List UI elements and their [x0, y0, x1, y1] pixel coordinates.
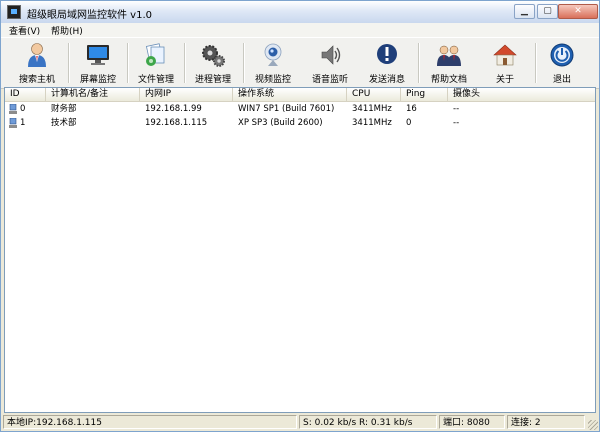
about-button[interactable]: 关于 [477, 40, 533, 86]
help-docs-button[interactable]: 帮助文档 [421, 40, 477, 86]
cell-computer-name: 财务部 [51, 104, 77, 114]
speaker-icon [321, 45, 341, 65]
cell-cpu: 3411MHz [352, 118, 392, 128]
column-header-lan-ip[interactable]: 内网IP [140, 88, 233, 101]
list-header: ID 计算机名/备注 内网IP 操作系统 CPU Ping 摄像头 [5, 88, 595, 102]
menu-help[interactable]: 帮助(H) [51, 24, 83, 37]
cell-os: WIN7 SP1 (Build 7601) [238, 104, 335, 114]
message-icon [377, 44, 397, 64]
app-window: 超级眼局域网监控软件 v1.0 ▁ ▢ ✕ 查看(V) 帮助(H) 搜索主机 屏… [0, 0, 600, 432]
house-icon [493, 44, 517, 66]
webcam-icon [264, 43, 282, 66]
column-header-camera[interactable]: 摄像头 [448, 88, 595, 101]
user-search-icon [28, 43, 46, 67]
voice-listen-button[interactable]: 语音监听 [302, 40, 358, 86]
column-header-computer-name[interactable]: 计算机名/备注 [46, 88, 140, 101]
window-title: 超级眼局域网监控软件 v1.0 [27, 10, 152, 21]
screen-monitor-button[interactable]: 屏幕监控 [70, 40, 126, 86]
video-monitor-button[interactable]: 视频监控 [245, 40, 301, 86]
cell-ping: 16 [406, 104, 417, 114]
power-icon [550, 43, 574, 67]
cell-camera: -- [453, 118, 460, 128]
menu-bar: 查看(V) 帮助(H) [1, 23, 599, 37]
cell-lan-ip: 192.168.1.99 [145, 104, 202, 114]
table-row[interactable]: 0 财务部 192.168.1.99 WIN7 SP1 (Build 7601)… [5, 102, 595, 116]
resize-grip[interactable] [588, 420, 598, 430]
send-message-button[interactable]: 发送消息 [359, 40, 415, 86]
app-icon [7, 5, 21, 19]
column-header-os[interactable]: 操作系统 [233, 88, 347, 101]
status-local-ip: 本地IP:192.168.1.115 [3, 415, 297, 429]
column-header-ping[interactable]: Ping [401, 88, 448, 101]
title-bar[interactable]: 超级眼局域网监控软件 v1.0 ▁ ▢ ✕ [1, 1, 599, 24]
cell-lan-ip: 192.168.1.115 [145, 118, 208, 128]
cell-cpu: 3411MHz [352, 104, 392, 114]
status-bar: 本地IP:192.168.1.115 S: 0.02 kb/s R: 0.31 … [1, 413, 599, 431]
file-manager-button[interactable]: 文件管理 [128, 40, 184, 86]
help-people-icon [437, 45, 461, 66]
cell-id: 0 [20, 104, 26, 114]
status-connections: 连接: 2 [507, 415, 585, 429]
cell-ping: 0 [406, 118, 412, 128]
cell-computer-name: 技术部 [51, 118, 77, 128]
monitor-icon [87, 45, 109, 65]
toolbar: 搜索主机 屏幕监控 文件管理 进程管理 视频监控 语音监听 发送消息 帮助文档 … [1, 37, 599, 89]
process-manager-button[interactable]: 进程管理 [185, 40, 241, 86]
gears-icon [202, 45, 225, 67]
column-header-cpu[interactable]: CPU [347, 88, 401, 101]
file-manager-icon [145, 43, 165, 66]
status-port: 端口: 8080 [439, 415, 505, 429]
minimize-button[interactable]: ▁ [514, 4, 535, 19]
maximize-button[interactable]: ▢ [537, 4, 558, 19]
host-list[interactable]: ID 计算机名/备注 内网IP 操作系统 CPU Ping 摄像头 0 财务部 … [4, 87, 596, 413]
status-traffic: S: 0.02 kb/s R: 0.31 kb/s [299, 415, 437, 429]
close-button[interactable]: ✕ [558, 4, 598, 19]
menu-view[interactable]: 查看(V) [9, 24, 40, 37]
table-row[interactable]: 1 技术部 192.168.1.115 XP SP3 (Build 2600) … [5, 116, 595, 130]
cell-os: XP SP3 (Build 2600) [238, 118, 323, 128]
search-host-button[interactable]: 搜索主机 [9, 40, 65, 86]
cell-camera: -- [453, 104, 460, 114]
exit-button[interactable]: 退出 [534, 40, 590, 86]
cell-id: 1 [20, 118, 26, 128]
column-header-id[interactable]: ID [5, 88, 46, 101]
